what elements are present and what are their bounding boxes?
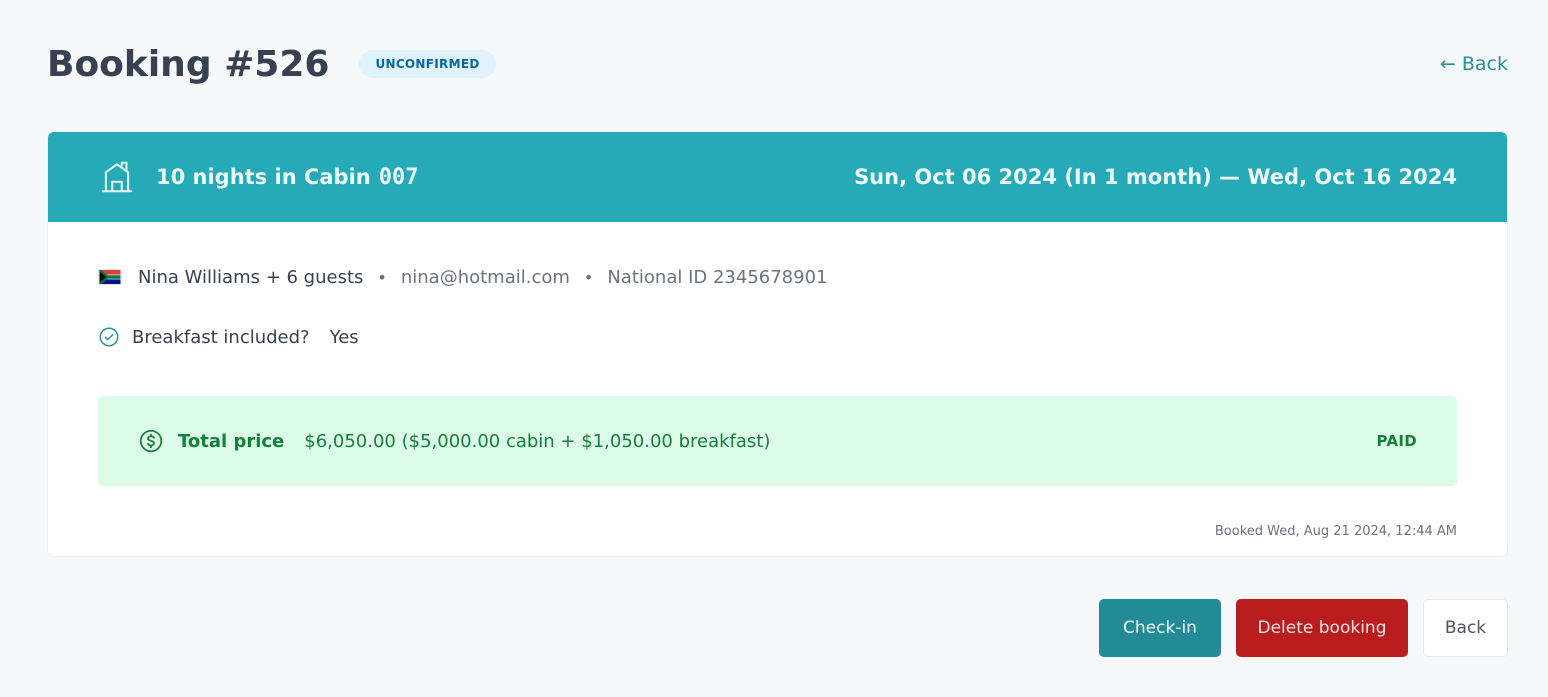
booking-card: 10 nights in Cabin 007 Sun, Oct 06 2024 … <box>47 131 1508 557</box>
booked-timestamp: Booked Wed, Aug 21 2024, 12:44 AM <box>1214 524 1457 539</box>
status-badge: UNCONFIRMED <box>359 50 496 78</box>
nights-text: 10 nights in Cabin <box>156 165 371 189</box>
booking-detail-page: Booking #526 UNCONFIRMED ← Back 10 night… <box>0 0 1548 697</box>
cabin-code: 007 <box>378 164 419 190</box>
total-price-label: Total price <box>178 430 285 452</box>
guest-email: nina@hotmail.com <box>400 266 570 288</box>
south-africa-flag-icon <box>98 269 122 285</box>
paid-status: PAID <box>1376 432 1417 450</box>
cabin-icon <box>98 158 136 196</box>
back-button[interactable]: Back <box>1423 599 1508 657</box>
page-header: Booking #526 UNCONFIRMED ← Back <box>47 38 1508 90</box>
check-circle-icon <box>98 326 120 348</box>
action-buttons: Check-in Delete booking Back <box>1099 599 1508 657</box>
guest-national-id: National ID 2345678901 <box>607 266 828 288</box>
guest-row: Nina Williams + 6 guests • nina@hotmail.… <box>98 262 1457 292</box>
check-in-button[interactable]: Check-in <box>1099 599 1221 657</box>
separator-dot: • <box>583 267 594 287</box>
total-price-value: $6,050.00 ($5,000.00 cabin + $1,050.00 b… <box>304 430 771 452</box>
dollar-circle-icon <box>138 428 164 454</box>
booking-card-header: 10 nights in Cabin 007 Sun, Oct 06 2024 … <box>48 132 1507 222</box>
breakfast-value: Yes <box>329 326 359 348</box>
page-title: Booking #526 <box>47 43 330 85</box>
delete-booking-button[interactable]: Delete booking <box>1236 599 1408 657</box>
booking-dates: Sun, Oct 06 2024 (In 1 month) — Wed, Oct… <box>854 165 1457 189</box>
price-box: Total price $6,050.00 ($5,000.00 cabin +… <box>98 396 1457 486</box>
breakfast-row: Breakfast included? Yes <box>98 322 1457 352</box>
back-link[interactable]: ← Back <box>1440 53 1508 75</box>
breakfast-label: Breakfast included? <box>132 326 310 348</box>
booking-card-body: Nina Williams + 6 guests • nina@hotmail.… <box>48 222 1507 539</box>
guest-name: Nina Williams + 6 guests <box>138 266 364 288</box>
separator-dot: • <box>377 267 387 287</box>
